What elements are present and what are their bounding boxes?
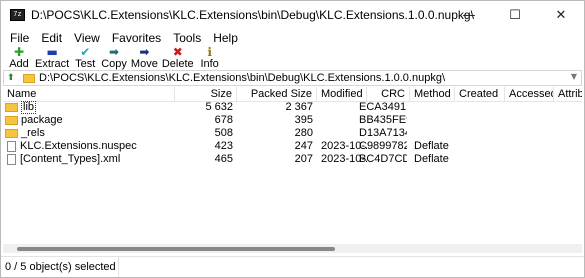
table-row[interactable]: package 678 395 BB435FE9: [3, 114, 582, 127]
menu-help[interactable]: Help: [207, 29, 244, 47]
chevron-down-icon[interactable]: ▼: [571, 72, 577, 81]
row-packed-size: 280: [294, 127, 313, 139]
delete-button[interactable]: ✖ Delete: [160, 45, 196, 70]
address-bar[interactable]: ⬆ D:\POCS\KLC.Extensions\KLC.Extensions\…: [3, 70, 582, 86]
scrollbar-thumb[interactable]: [17, 247, 335, 251]
folder-icon: [5, 129, 18, 138]
maximize-button[interactable]: ☐: [492, 1, 538, 29]
address-path[interactable]: D:\POCS\KLC.Extensions\KLC.Extensions\bi…: [39, 72, 445, 84]
row-crc: BC4D7CDE: [359, 153, 407, 165]
window-controls: — ☐ ✕: [446, 1, 584, 29]
column-header-accessed[interactable]: Accessed: [505, 87, 554, 101]
row-name: KLC.Extensions.nuspec: [20, 140, 137, 152]
row-size: 508: [214, 127, 233, 139]
table-row[interactable]: _rels 508 280 D13A7134: [3, 127, 582, 140]
row-crc: C9899782: [359, 140, 407, 152]
delete-button-label: Delete: [161, 58, 194, 70]
folder-icon: [5, 103, 18, 112]
row-name: lib: [21, 101, 37, 114]
column-header-crc[interactable]: CRC: [367, 87, 410, 101]
row-packed-size: 395: [294, 114, 313, 126]
column-header-modified[interactable]: Modified: [317, 87, 367, 101]
row-size: 423: [214, 140, 233, 152]
column-header-packed-size[interactable]: Packed Size: [237, 87, 317, 101]
delete-x-icon: ✖: [172, 45, 183, 59]
row-name: package: [21, 114, 63, 126]
row-packed-size: 2 367: [285, 101, 313, 113]
column-header-size[interactable]: Size: [175, 87, 237, 101]
app-icon: 7z: [10, 9, 25, 21]
add-button-label: Add: [9, 58, 29, 70]
row-name-cell: package: [5, 114, 175, 127]
info-button[interactable]: ℹ Info: [196, 45, 224, 70]
column-header-created[interactable]: Created: [455, 87, 505, 101]
horizontal-scrollbar[interactable]: [3, 244, 582, 253]
table-row[interactable]: [Content_Types].xml 465 207 2023-10-... …: [3, 153, 582, 166]
test-button-label: Test: [75, 58, 96, 70]
row-size: 5 632: [205, 101, 233, 113]
copy-arrow-icon: ➡: [109, 45, 120, 59]
column-header-method[interactable]: Method: [410, 87, 455, 101]
extract-button[interactable]: ▬ Extract: [33, 45, 71, 70]
row-packed-size: 247: [294, 140, 313, 152]
row-packed-size: 207: [294, 153, 313, 165]
extract-button-label: Extract: [35, 58, 70, 70]
row-name-cell: _rels: [5, 127, 175, 140]
move-button[interactable]: ➡ Move: [129, 45, 160, 70]
selection-status: 0 / 5 object(s) selected: [1, 257, 119, 277]
window-title: D:\POCS\KLC.Extensions\KLC.Extensions\bi…: [31, 8, 474, 22]
add-button[interactable]: ✚ Add: [5, 45, 33, 70]
minimize-button[interactable]: —: [446, 1, 492, 29]
file-icon: [7, 141, 16, 152]
row-name-cell: KLC.Extensions.nuspec: [5, 140, 175, 153]
copy-button[interactable]: ➡ Copy: [99, 45, 129, 70]
close-button[interactable]: ✕: [538, 1, 584, 29]
row-method: [414, 114, 455, 127]
folder-icon: [5, 116, 18, 125]
minus-icon: ▬: [46, 45, 58, 59]
row-method: Deflate: [414, 140, 449, 152]
move-button-label: Move: [130, 58, 158, 70]
row-method: Deflate: [414, 153, 449, 165]
row-size: 678: [214, 114, 233, 126]
row-name-cell: [Content_Types].xml: [5, 153, 175, 166]
move-arrow-icon: ➡: [139, 45, 150, 59]
row-crc: D13A7134: [359, 127, 407, 139]
toolbar: ✚ Add ▬ Extract ✔ Test ➡ Copy ➡ Move ✖ D…: [1, 45, 584, 70]
row-size: 465: [214, 153, 233, 165]
checkmark-icon: ✔: [80, 45, 91, 59]
row-crc: BB435FE9: [359, 114, 407, 126]
row-method: [414, 127, 455, 140]
column-header-attributes[interactable]: Attribu: [554, 87, 582, 101]
table-row[interactable]: lib 5 632 2 367 ECA3491E: [3, 101, 582, 114]
file-icon: [7, 154, 16, 165]
test-button[interactable]: ✔ Test: [71, 45, 99, 70]
up-folder-icon[interactable]: ⬆: [7, 73, 17, 83]
folder-icon: [23, 73, 35, 83]
row-crc: ECA3491E: [359, 101, 407, 113]
row-method: [414, 101, 455, 114]
column-header-name[interactable]: Name: [3, 87, 175, 101]
info-button-label: Info: [200, 58, 219, 70]
row-name: _rels: [21, 127, 45, 139]
table-row[interactable]: KLC.Extensions.nuspec 423 247 2023-10-..…: [3, 140, 582, 153]
title-bar[interactable]: 7z D:\POCS\KLC.Extensions\KLC.Extensions…: [1, 1, 584, 29]
plus-icon: ✚: [13, 45, 25, 59]
column-header-row: Name Size Packed Size Modified CRC Metho…: [3, 87, 582, 102]
app-window: 7z D:\POCS\KLC.Extensions\KLC.Extensions…: [0, 0, 585, 278]
status-bar: 0 / 5 object(s) selected: [1, 256, 584, 277]
row-name-cell: lib: [5, 101, 175, 114]
file-list[interactable]: Name Size Packed Size Modified CRC Metho…: [3, 87, 582, 255]
row-name: [Content_Types].xml: [20, 153, 121, 165]
info-icon: ℹ: [207, 45, 212, 59]
copy-button-label: Copy: [101, 58, 127, 70]
